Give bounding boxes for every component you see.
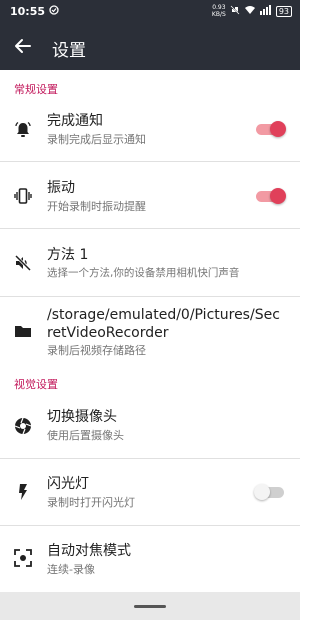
setting-flash[interactable]: 闪光灯 录制时打开闪光灯 bbox=[0, 459, 300, 526]
completion-notification-toggle[interactable] bbox=[254, 121, 286, 137]
back-arrow-icon[interactable] bbox=[14, 37, 32, 55]
home-gesture-handle[interactable] bbox=[134, 605, 166, 608]
setting-switch-camera[interactable]: 切换摄像头 使用后置摄像头 bbox=[0, 393, 300, 459]
status-bar: 10:55 0.93 KB/S 93 bbox=[0, 0, 300, 24]
sync-icon bbox=[49, 5, 59, 18]
signal-icon bbox=[259, 4, 272, 18]
app-bar: 设置 bbox=[0, 24, 300, 70]
setting-shutter-method[interactable]: 方法 1 选择一个方法,你的设备禁用相机快门声音 bbox=[0, 229, 300, 297]
network-speed: 0.93 KB/S bbox=[212, 4, 226, 18]
setting-subtitle: 录制完成后显示通知 bbox=[47, 133, 146, 146]
setting-autofocus-mode[interactable]: 自动对焦模式 连续-录像 bbox=[0, 526, 300, 592]
camera-switch-icon bbox=[14, 417, 32, 435]
setting-title: 完成通知 bbox=[47, 113, 103, 129]
toggle-knob bbox=[254, 484, 270, 500]
section-header-general: 常规设置 bbox=[14, 83, 58, 96]
autofocus-icon bbox=[14, 549, 32, 567]
setting-title: /storage/emulated/0/Pictures/SecretVideo… bbox=[47, 307, 280, 341]
setting-title: 自动对焦模式 bbox=[47, 543, 131, 559]
navigation-bar bbox=[0, 592, 300, 620]
vibrate-icon bbox=[14, 187, 32, 205]
network-speed-value: 0.93 bbox=[212, 4, 226, 11]
setting-title: 方法 1 bbox=[47, 247, 89, 263]
vibrate-toggle[interactable] bbox=[254, 188, 286, 204]
toggle-knob bbox=[270, 121, 286, 137]
setting-title: 切换摄像头 bbox=[47, 409, 117, 425]
setting-vibrate[interactable]: 振动 开始录制时振动提醒 bbox=[0, 162, 300, 229]
battery-level: 93 bbox=[275, 5, 292, 17]
setting-subtitle: 连续-录像 bbox=[47, 563, 95, 576]
setting-subtitle: 选择一个方法,你的设备禁用相机快门声音 bbox=[47, 267, 240, 279]
battery-icon: 93 bbox=[275, 5, 292, 17]
setting-completion-notification[interactable]: 完成通知 录制完成后显示通知 bbox=[0, 98, 300, 162]
wifi-icon bbox=[244, 5, 256, 18]
flash-toggle[interactable] bbox=[254, 484, 286, 500]
volume-off-icon bbox=[14, 254, 32, 272]
setting-subtitle: 开始录制时振动提醒 bbox=[47, 200, 146, 213]
toggle-knob bbox=[270, 188, 286, 204]
bell-icon bbox=[14, 121, 32, 139]
setting-subtitle: 录制后视频存储路径 bbox=[47, 344, 146, 357]
flash-icon bbox=[14, 483, 32, 501]
network-speed-unit: KB/S bbox=[211, 11, 226, 18]
setting-subtitle: 录制时打开闪光灯 bbox=[47, 496, 135, 509]
page-title: 设置 bbox=[52, 41, 86, 61]
setting-storage-path[interactable]: /storage/emulated/0/Pictures/SecretVideo… bbox=[0, 297, 300, 366]
setting-subtitle: 使用后置摄像头 bbox=[47, 429, 124, 442]
setting-title: 振动 bbox=[47, 180, 75, 196]
folder-icon bbox=[14, 322, 32, 340]
status-time: 10:55 bbox=[10, 5, 46, 18]
setting-title: 闪光灯 bbox=[47, 476, 89, 492]
mute-icon bbox=[230, 4, 240, 18]
section-header-visual: 视觉设置 bbox=[14, 378, 58, 391]
